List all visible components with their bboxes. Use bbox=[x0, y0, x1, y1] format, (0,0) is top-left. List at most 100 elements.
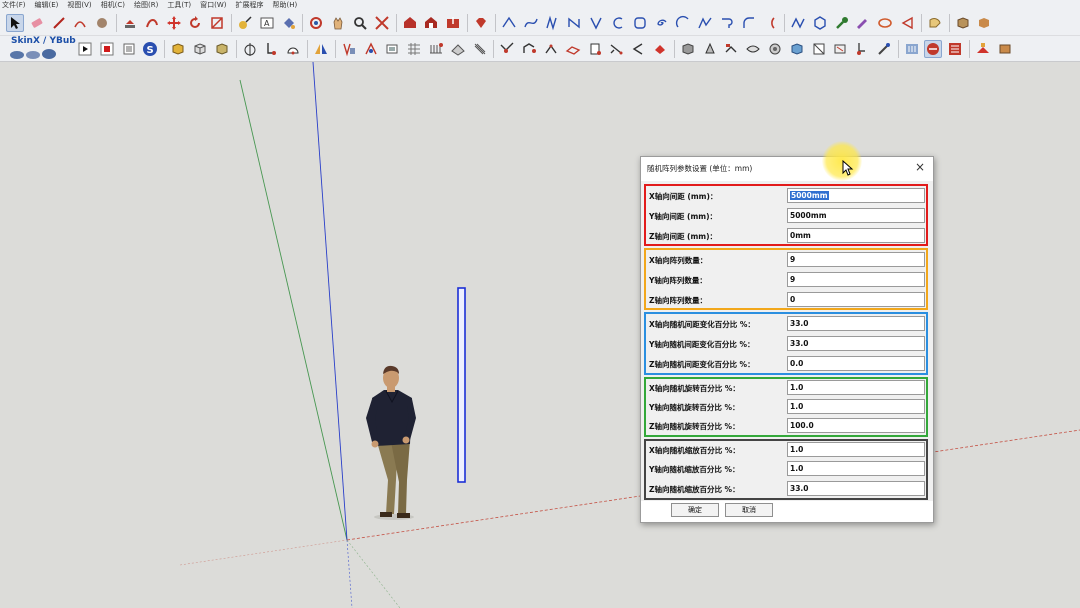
component-tool-6-icon[interactable] bbox=[788, 40, 806, 58]
z-scale-input[interactable]: 33.0 bbox=[787, 481, 925, 496]
stop-icon[interactable] bbox=[98, 40, 116, 58]
skinx-icons[interactable] bbox=[9, 45, 69, 61]
array-tool-3-icon[interactable] bbox=[383, 40, 401, 58]
wire-box-icon[interactable] bbox=[191, 40, 209, 58]
axis-icon[interactable] bbox=[241, 40, 259, 58]
array-tool-6-icon[interactable] bbox=[449, 40, 467, 58]
menu-camera[interactable]: 相机(C) bbox=[101, 0, 125, 10]
edge-tool-6-icon[interactable] bbox=[607, 40, 625, 58]
protractor-icon[interactable] bbox=[284, 40, 302, 58]
zoom-extents-icon[interactable] bbox=[373, 14, 391, 32]
curve-tool-3-icon[interactable] bbox=[543, 14, 561, 32]
menu-edit[interactable]: 编辑(E) bbox=[35, 0, 59, 10]
shape-tool-icon[interactable] bbox=[93, 14, 111, 32]
play-icon[interactable] bbox=[76, 40, 94, 58]
edge-tool-7-icon[interactable] bbox=[629, 40, 647, 58]
y-spacing-variation-input[interactable]: 33.0 bbox=[787, 336, 925, 351]
curve-tool-1-icon[interactable] bbox=[500, 14, 518, 32]
z-spacing-input[interactable]: 0mm bbox=[787, 228, 925, 243]
edge-tool-8-icon[interactable] bbox=[651, 40, 669, 58]
component-list-icon[interactable] bbox=[120, 40, 138, 58]
x-count-input[interactable]: 9 bbox=[787, 252, 925, 267]
menu-window[interactable]: 窗口(W) bbox=[200, 0, 226, 10]
mirror-icon[interactable] bbox=[312, 40, 330, 58]
paint-bucket-icon[interactable] bbox=[280, 14, 298, 32]
box-icon[interactable] bbox=[975, 14, 993, 32]
tape-measure-icon[interactable] bbox=[236, 14, 254, 32]
edge-tool-4-icon[interactable] bbox=[564, 40, 582, 58]
share-model-icon[interactable] bbox=[444, 14, 462, 32]
wrench-icon[interactable] bbox=[833, 14, 851, 32]
plugin-b-icon[interactable] bbox=[924, 39, 943, 58]
array-tool-7-icon[interactable] bbox=[471, 40, 489, 58]
ruby-console-icon[interactable] bbox=[472, 14, 490, 32]
x-rotation-input[interactable]: 1.0 bbox=[787, 380, 925, 395]
arc-3pt-icon[interactable] bbox=[609, 14, 627, 32]
ellipse-icon[interactable] bbox=[876, 14, 894, 32]
eraser-icon[interactable] bbox=[28, 14, 46, 32]
curve-tool-5-icon[interactable] bbox=[587, 14, 605, 32]
arc-open-icon[interactable] bbox=[674, 14, 692, 32]
plugin-d-icon[interactable] bbox=[974, 40, 992, 58]
curve-tool-2-icon[interactable] bbox=[522, 14, 540, 32]
plugin-c-icon[interactable] bbox=[946, 40, 964, 58]
edge-tool-1-icon[interactable] bbox=[498, 40, 516, 58]
push-pull-icon[interactable] bbox=[121, 14, 139, 32]
array-tool-1-icon[interactable] bbox=[340, 40, 358, 58]
component-tool-3-icon[interactable] bbox=[722, 40, 740, 58]
x-spacing-input[interactable]: 5000mm bbox=[787, 188, 925, 203]
menu-extensions[interactable]: 扩展程序 bbox=[235, 0, 263, 10]
arrow-curve-icon[interactable] bbox=[898, 14, 916, 32]
menu-help[interactable]: 帮助(H) bbox=[272, 0, 297, 10]
y-scale-input[interactable]: 1.0 bbox=[787, 461, 925, 476]
array-tool-5-icon[interactable] bbox=[427, 40, 445, 58]
component-box-icon[interactable] bbox=[169, 40, 187, 58]
z-count-input[interactable]: 0 bbox=[787, 292, 925, 307]
hook-curve-icon[interactable] bbox=[718, 14, 736, 32]
section-plane-icon[interactable] bbox=[926, 14, 944, 32]
x-scale-input[interactable]: 1.0 bbox=[787, 442, 925, 457]
move-icon[interactable] bbox=[165, 14, 183, 32]
menu-draw[interactable]: 绘图(R) bbox=[134, 0, 158, 10]
component-tool-2-icon[interactable] bbox=[701, 40, 719, 58]
fillet-curve-icon[interactable] bbox=[740, 14, 758, 32]
curve-tool-4-icon[interactable] bbox=[565, 14, 583, 32]
plugin-e-icon[interactable] bbox=[996, 40, 1014, 58]
menu-file[interactable]: 文件(F) bbox=[2, 0, 26, 10]
polygon-icon[interactable] bbox=[811, 14, 829, 32]
warehouse-icon[interactable] bbox=[401, 14, 419, 32]
y-count-input[interactable]: 9 bbox=[787, 272, 925, 287]
rotate-icon[interactable] bbox=[186, 14, 204, 32]
component-tool-8-icon[interactable] bbox=[831, 40, 849, 58]
ruby-s-icon[interactable]: S bbox=[141, 40, 159, 58]
array-tool-2-icon[interactable] bbox=[362, 40, 380, 58]
plugin-a-icon[interactable] bbox=[903, 40, 921, 58]
texture-box-icon[interactable] bbox=[213, 40, 231, 58]
edge-tool-5-icon[interactable] bbox=[586, 40, 604, 58]
x-spacing-variation-input[interactable]: 33.0 bbox=[787, 316, 925, 331]
text-tool-icon[interactable]: A bbox=[258, 14, 276, 32]
arc-tool-icon[interactable] bbox=[71, 14, 89, 32]
pan-icon[interactable] bbox=[329, 14, 347, 32]
line-tool-icon[interactable] bbox=[50, 14, 68, 32]
scale-icon[interactable] bbox=[208, 14, 226, 32]
orbit-icon[interactable] bbox=[307, 14, 325, 32]
extension-warehouse-icon[interactable] bbox=[422, 14, 440, 32]
spiral-icon[interactable] bbox=[652, 14, 670, 32]
menu-view[interactable]: 视图(V) bbox=[67, 0, 91, 10]
zoom-icon[interactable] bbox=[351, 14, 369, 32]
component-tool-9-icon[interactable] bbox=[853, 40, 871, 58]
component-tool-10-icon[interactable] bbox=[875, 40, 893, 58]
y-spacing-input[interactable]: 5000mm bbox=[787, 208, 925, 223]
y-rotation-input[interactable]: 1.0 bbox=[787, 399, 925, 414]
zigzag-icon[interactable] bbox=[789, 14, 807, 32]
follow-me-icon[interactable] bbox=[143, 14, 161, 32]
rounded-rect-icon[interactable] bbox=[631, 14, 649, 32]
component-tool-4-icon[interactable] bbox=[744, 40, 762, 58]
component-tool-1-icon[interactable] bbox=[679, 40, 697, 58]
component-tool-7-icon[interactable] bbox=[810, 40, 828, 58]
menu-tools[interactable]: 工具(T) bbox=[167, 0, 191, 10]
z-spacing-variation-input[interactable]: 0.0 bbox=[787, 356, 925, 371]
ok-button[interactable]: 确定 bbox=[671, 503, 719, 517]
array-tool-4-icon[interactable] bbox=[405, 40, 423, 58]
